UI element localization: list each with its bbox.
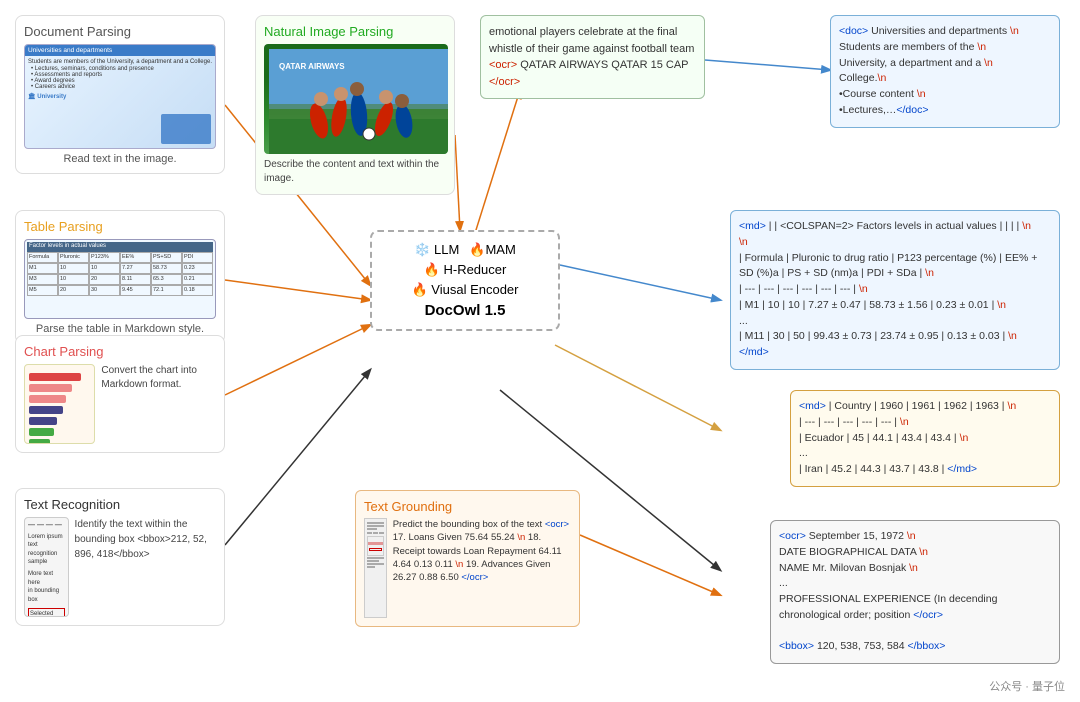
- chart-parsing-title: Chart Parsing: [24, 344, 216, 359]
- table-parsing-title: Table Parsing: [24, 219, 216, 234]
- table-parsing-caption: Parse the table in Markdown style.: [24, 323, 216, 335]
- natural-parsing-title: Natural Image Parsing: [264, 24, 446, 39]
- watermark: 公众号 · 量子位: [989, 678, 1065, 694]
- text-grounding-title: Text Grounding: [364, 499, 571, 514]
- chart-parsing-panel: Chart Parsing 050100: [15, 335, 225, 453]
- center-model-box: ❄️ LLM 🔥MAM 🔥 H-Reducer 🔥 Viusal Encoder…: [370, 230, 560, 331]
- text-recognition-panel: Text Recognition — — — — Lorem ipsum tex…: [15, 488, 225, 626]
- output-country-box: <md> | Country | 1960 | 1961 | 1962 | 19…: [790, 390, 1060, 487]
- ocr-tag-open: <ocr>: [489, 59, 517, 71]
- chart-parsing-caption: Convert the chart into Markdown format.: [101, 364, 216, 392]
- llm-label: ❄️ LLM: [414, 242, 459, 258]
- document-parsing-title: Document Parsing: [24, 24, 216, 39]
- document-parsing-panel: Document Parsing Universities and depart…: [15, 15, 225, 174]
- natural-parsing-caption: Describe the content and text within the…: [264, 158, 446, 186]
- ocr-input-text: emotional players celebrate at the final…: [489, 26, 694, 88]
- main-container: Document Parsing Universities and depart…: [0, 0, 1080, 702]
- output-bio-box: <ocr> September 15, 1972 \n DATE BIOGRAP…: [770, 520, 1060, 664]
- llm-mam-row: ❄️ LLM 🔥MAM: [386, 242, 544, 258]
- text-grounding-image: [364, 518, 387, 618]
- hreducer-label: 🔥 H-Reducer: [424, 262, 507, 278]
- mam-label: 🔥MAM: [469, 242, 516, 258]
- visual-encoder-label: 🔥 Viusal Encoder: [411, 282, 518, 298]
- hreducer-row: 🔥 H-Reducer: [386, 262, 544, 278]
- table-parsing-image: Factor levels in actual values Formula P…: [24, 239, 216, 319]
- chart-parsing-image: 050100: [24, 364, 95, 444]
- output-table-box: <md> | | <COLSPAN=2> Factors levels in a…: [730, 210, 1060, 370]
- docowl-title: DocOwl 1.5: [386, 302, 544, 319]
- text-grounding-panel: Text Grounding: [355, 490, 580, 627]
- svg-text:QATAR AIRWAYS: QATAR AIRWAYS: [279, 62, 345, 71]
- document-parsing-image: Universities and departments Students ar…: [24, 44, 216, 149]
- natural-image-parsing-panel: Natural Image Parsing: [255, 15, 455, 195]
- doc-tag-open: <doc>: [839, 25, 868, 37]
- text-recognition-caption: Identify the text within the bounding bo…: [75, 517, 216, 562]
- document-parsing-caption: Read text in the image.: [24, 153, 216, 165]
- table-parsing-panel: Table Parsing Factor levels in actual va…: [15, 210, 225, 344]
- output-document-box: <doc> Universities and departments \n St…: [830, 15, 1060, 128]
- soccer-image: QATAR AIRWAYS: [264, 44, 448, 154]
- ocr-tag-close: </ocr>: [489, 76, 520, 88]
- ocr-input-box: emotional players celebrate at the final…: [480, 15, 705, 99]
- text-recognition-image: — — — — Lorem ipsum text recognition sam…: [24, 517, 69, 617]
- visual-encoder-row: 🔥 Viusal Encoder: [386, 282, 544, 298]
- text-recognition-title: Text Recognition: [24, 497, 216, 512]
- text-grounding-text: Predict the bounding box of the text <oc…: [393, 518, 571, 584]
